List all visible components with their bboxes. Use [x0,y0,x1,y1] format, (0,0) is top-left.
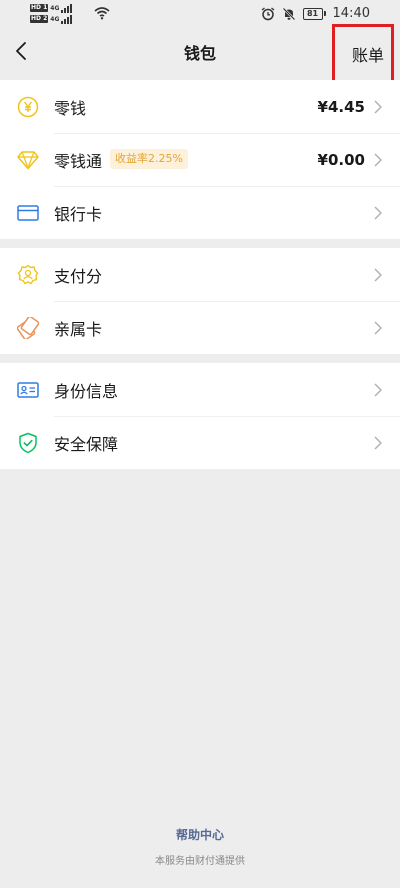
sim1-network-label: 4G [50,4,60,12]
signal-bars-icon [61,14,73,24]
menu-row-family-card[interactable]: 亲属卡 [0,301,400,354]
help-center-link[interactable]: 帮助中心 [0,826,400,843]
chevron-right-icon [374,268,382,282]
chevron-right-icon [374,206,382,220]
bill-button[interactable]: 账单 [332,24,394,88]
battery-icon: 81 [302,7,326,20]
mute-bell-icon [282,7,295,20]
bill-button-label: 账单 [352,46,385,65]
sim2-hd-badge: HD 2 [30,15,49,23]
sim1-hd-badge: HD 1 [30,4,49,12]
wallet-group-credit: 支付分 亲属卡 [0,248,400,354]
payment-score-icon [17,264,39,286]
security-shield-icon [17,432,39,454]
menu-row-label: 支付分 [54,266,103,286]
wallet-group-funds: 零钱 ¥4.45 零钱通 收益率2.25% ¥0.00 银行卡 [0,80,400,239]
diamond-icon [17,149,39,171]
menu-row-change[interactable]: 零钱 ¥4.45 [0,80,400,133]
provider-note: 本服务由财付通提供 [155,856,245,867]
signal-group: HD 1 4G HD 2 4G [30,3,75,24]
wifi-icon [94,7,110,20]
yuan-coin-icon [17,96,39,118]
chevron-right-icon [374,153,382,167]
wallet-group-account: 身份信息 安全保障 [0,363,400,469]
menu-row-label: 零钱通 [54,151,103,171]
identity-card-icon [17,379,39,401]
menu-row-lingqiantong[interactable]: 零钱通 收益率2.25% ¥0.00 [0,133,400,186]
chevron-right-icon [374,383,382,397]
chevron-right-icon [374,100,382,114]
chevron-right-icon [374,436,382,450]
status-time: 14:40 [332,6,370,21]
status-right-group: 81 14:40 [261,6,370,21]
menu-row-label: 安全保障 [54,434,119,454]
bank-card-icon [17,202,39,224]
battery-level: 81 [302,7,323,20]
balance-value: ¥0.00 [317,150,365,169]
menu-row-label: 银行卡 [54,204,103,224]
menu-row-bank-card[interactable]: 银行卡 [0,186,400,239]
menu-row-label: 亲属卡 [54,319,103,339]
menu-row-identity[interactable]: 身份信息 [0,363,400,416]
signal-bars-icon [61,3,73,13]
balance-value: ¥4.45 [317,97,365,116]
menu-row-label: 零钱 [54,98,87,118]
sim2-network-label: 4G [50,15,60,23]
yield-rate-badge: 收益率2.25% [110,149,188,169]
menu-row-security[interactable]: 安全保障 [0,416,400,469]
chevron-right-icon [374,321,382,335]
alarm-icon [261,6,274,20]
menu-row-label: 身份信息 [54,381,119,401]
menu-row-payment-score[interactable]: 支付分 [0,248,400,301]
family-card-icon [17,317,39,339]
nav-header: 钱包 账单 [0,24,400,88]
